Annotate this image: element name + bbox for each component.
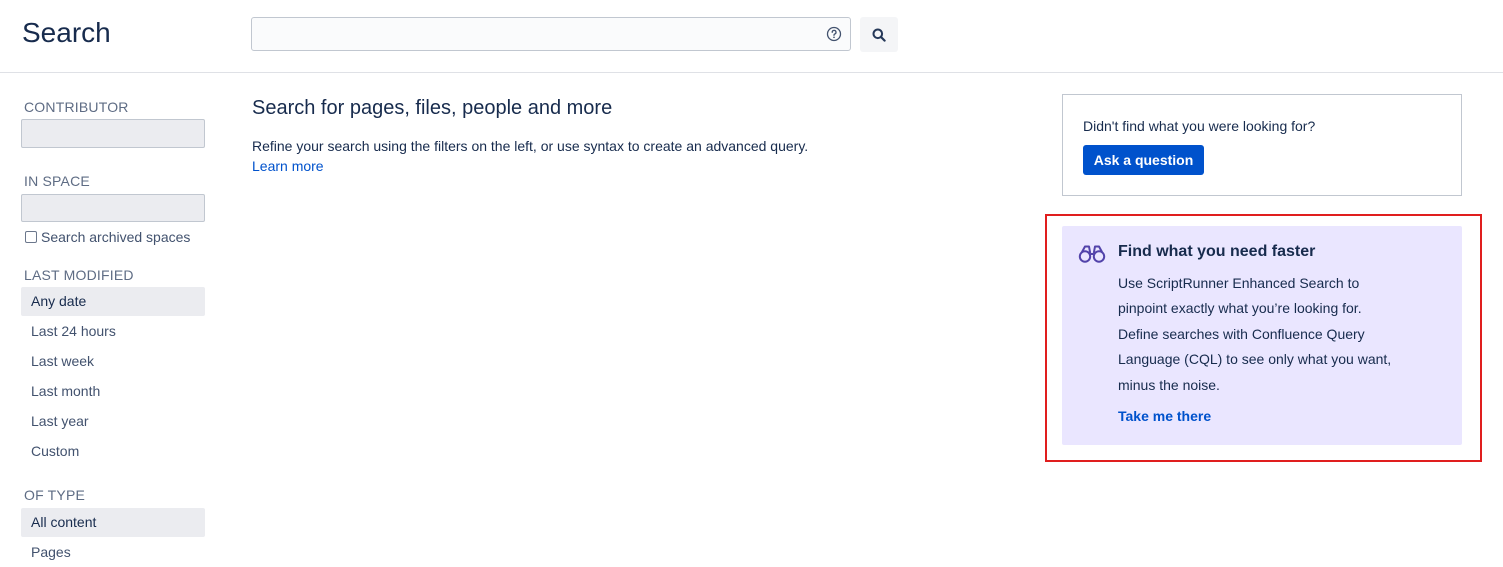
ask-question-button[interactable]: Ask a question	[1083, 145, 1204, 175]
date-option-week[interactable]: Last week	[21, 347, 205, 376]
help-icon[interactable]	[826, 26, 842, 42]
date-option-year[interactable]: Last year	[21, 407, 205, 436]
learn-more-link[interactable]: Learn more	[252, 156, 324, 176]
main-description: Refine your search using the filters on …	[252, 138, 809, 154]
take-me-there-link[interactable]: Take me there	[1118, 408, 1211, 424]
date-option-month[interactable]: Last month	[21, 377, 205, 406]
in-space-heading: IN SPACE	[24, 173, 90, 189]
contributor-field[interactable]	[21, 119, 205, 148]
date-option-any[interactable]: Any date	[21, 287, 205, 316]
scriptrunner-promo-panel: Find what you need faster Use ScriptRunn…	[1062, 226, 1462, 445]
search-box[interactable]	[251, 17, 851, 51]
type-option-pages[interactable]: Pages	[21, 538, 205, 563]
promo-body-line: pinpoint exactly what you’re looking for…	[1118, 300, 1362, 317]
search-input[interactable]	[252, 18, 812, 50]
page-title: Search	[22, 17, 111, 48]
date-option-24-hours[interactable]: Last 24 hours	[21, 317, 205, 346]
last-modified-heading: LAST MODIFIED	[24, 267, 134, 283]
search-icon	[872, 28, 886, 42]
archived-spaces-checkbox[interactable]	[25, 231, 37, 243]
header: Search	[0, 0, 1503, 73]
search-button[interactable]	[860, 17, 898, 52]
question-text: Didn't find what you were looking for?	[1083, 118, 1316, 134]
binoculars-icon	[1078, 244, 1106, 269]
promo-body: Use ScriptRunner Enhanced Search to pinp…	[1118, 271, 1418, 398]
contributor-heading: CONTRIBUTOR	[24, 99, 129, 115]
promo-body-line: Language (CQL) to see only what you want…	[1118, 351, 1392, 368]
main-heading: Search for pages, files, people and more	[252, 97, 613, 119]
search-archived-spaces-option[interactable]: Search archived spaces	[25, 229, 190, 245]
promo-body-line: minus the noise.	[1118, 376, 1220, 393]
archived-spaces-label: Search archived spaces	[41, 229, 191, 245]
question-panel: Didn't find what you were looking for? A…	[1062, 94, 1462, 196]
of-type-heading: OF TYPE	[24, 487, 86, 503]
promo-title: Find what you need faster	[1118, 243, 1316, 260]
space-field[interactable]	[21, 194, 205, 222]
date-option-custom[interactable]: Custom	[21, 437, 205, 466]
type-option-all-content[interactable]: All content	[21, 508, 205, 537]
promo-body-line: Use ScriptRunner Enhanced Search to	[1118, 275, 1360, 291]
promo-body-line: Define searches with Confluence Query	[1118, 325, 1365, 342]
